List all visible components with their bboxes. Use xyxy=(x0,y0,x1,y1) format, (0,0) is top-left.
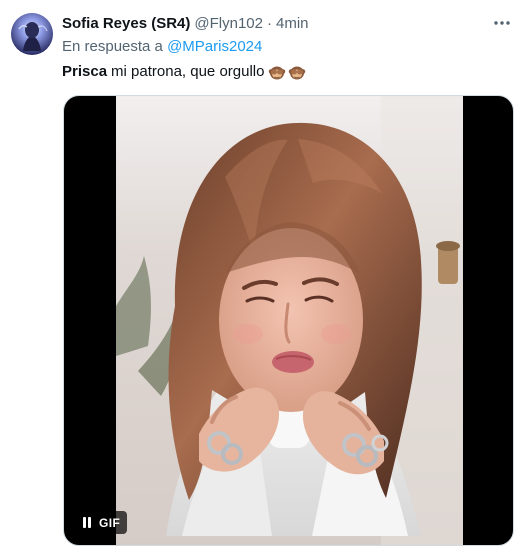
more-horizontal-icon xyxy=(494,21,510,25)
mentioned-name: Prisca xyxy=(62,63,108,80)
tweet-card: Sofia Reyes (SR4) @Flyn102 · 4min En res… xyxy=(0,0,530,554)
gif-preview-image xyxy=(116,96,463,545)
reply-prefix: En respuesta a xyxy=(62,38,163,55)
avatar[interactable] xyxy=(11,13,53,55)
timestamp[interactable]: 4min xyxy=(276,14,309,34)
separator-dot: · xyxy=(266,15,272,32)
emoji-group xyxy=(268,63,306,81)
more-options-button[interactable] xyxy=(488,11,516,35)
gif-pause-button[interactable]: GIF xyxy=(74,511,128,534)
see-no-evil-monkey-icon xyxy=(269,66,286,80)
tweet-text: Prisca mi patrona, que orgullo xyxy=(62,61,306,83)
gif-preview-illustration xyxy=(116,96,463,545)
see-no-evil-monkey-icon xyxy=(289,66,306,80)
user-handle[interactable]: @Flyn102 xyxy=(194,14,263,34)
tweet-body-text: mi patrona, que orgullo xyxy=(111,63,265,80)
display-name[interactable]: Sofia Reyes (SR4) xyxy=(62,14,190,34)
tweet-header: Sofia Reyes (SR4) @Flyn102 · 4min xyxy=(62,13,309,35)
reply-handle-link[interactable]: @MParis2024 xyxy=(167,38,262,55)
reply-context: En respuesta a @MParis2024 xyxy=(62,37,262,57)
pause-icon xyxy=(82,517,92,528)
gif-media[interactable]: GIF xyxy=(63,95,514,546)
avatar-image xyxy=(11,13,53,55)
gif-label: GIF xyxy=(99,515,121,530)
